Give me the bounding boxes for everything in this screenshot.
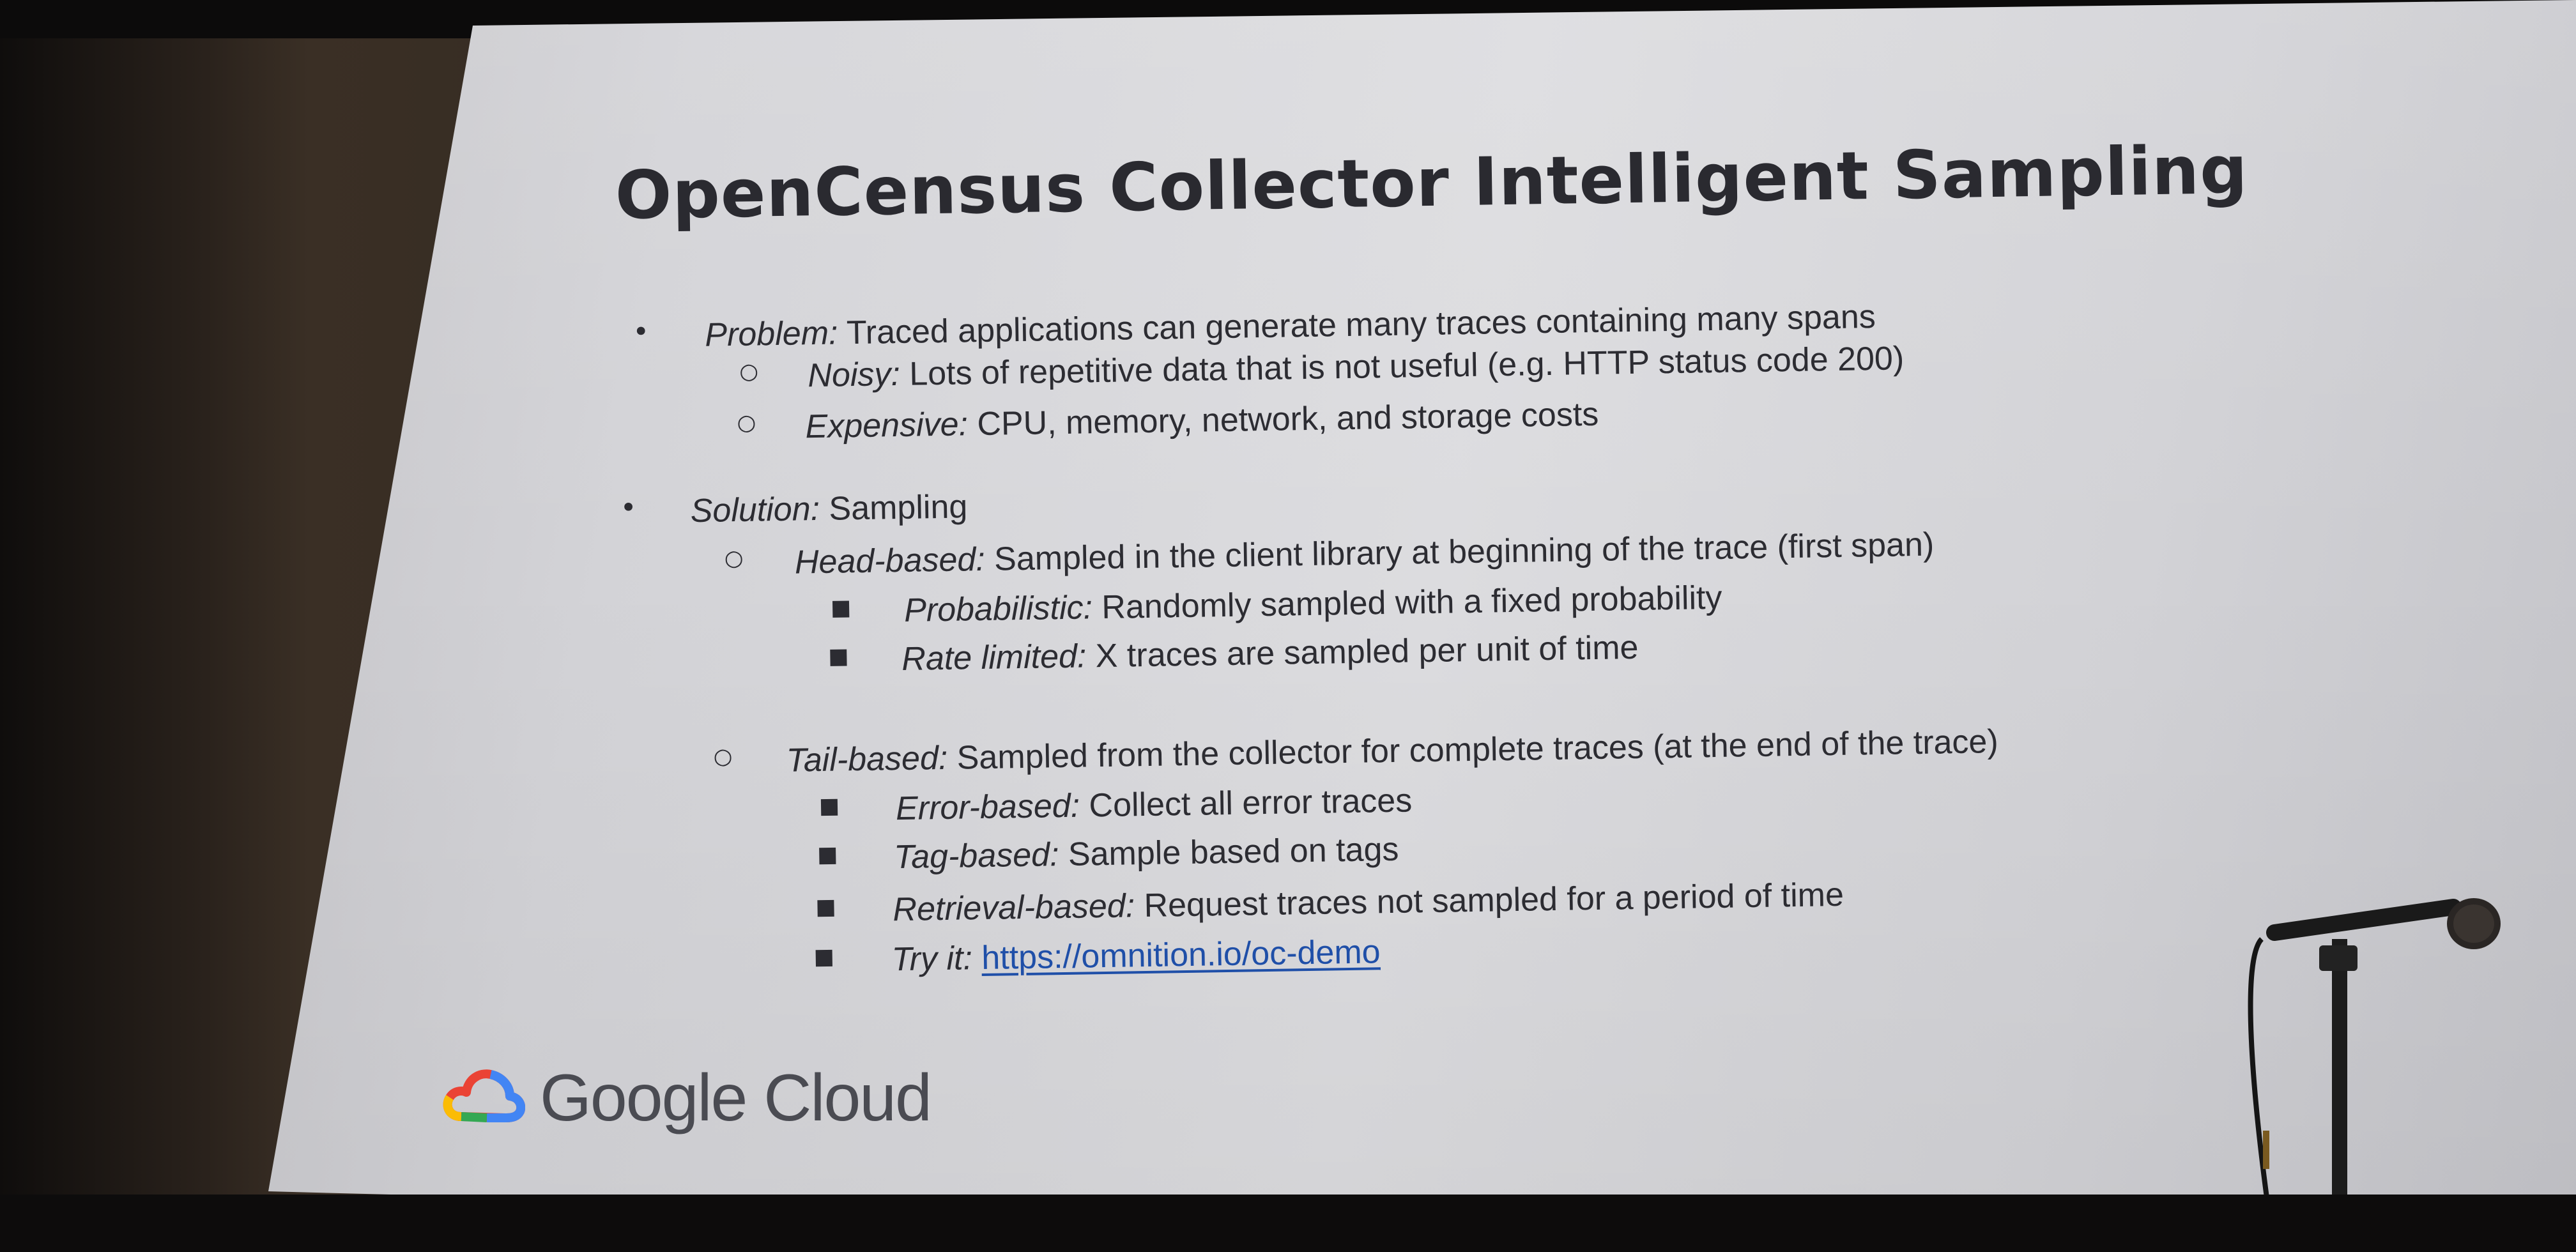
list-item-tail-based: Tail-based: Sampled from the collector f… [786,722,1998,780]
demo-link[interactable]: https://omnition.io/oc-demo [981,933,1381,977]
list-item-probabilistic: Probabilistic: Randomly sampled with a f… [904,579,1722,630]
bullet-square: ■ [815,894,836,920]
item-text: Sampled in the client library at beginni… [985,526,1935,578]
bullet-square: ■ [830,595,852,621]
item-text: X traces are sampled per unit of time [1085,629,1639,675]
bullet-square: ■ [818,793,840,820]
item-key: Head-based: [794,540,986,581]
item-text: Sample based on tags [1059,830,1399,874]
item-key: Tag-based: [893,836,1059,876]
floor-dark-band [0,1195,2576,1252]
item-key: Retrieval-based: [893,887,1135,929]
slide-title: OpenCensus Collector Intelligent Samplin… [614,130,2249,234]
item-key: Probabilistic: [903,589,1093,629]
item-key: Error-based: [895,787,1080,828]
item-key: Tail-based: [786,739,948,779]
bullet-disc: • [620,491,637,524]
item-key: Problem: [704,314,838,354]
list-item-rate-limited: Rate limited: X traces are sampled per u… [901,629,1639,678]
bullet-square: ■ [813,943,835,970]
bullet-circle: ○ [724,545,744,572]
bullet-square: ■ [816,841,838,868]
item-text [972,940,981,977]
list-item-try-it: Try it: https://omnition.io/oc-demo [891,933,1381,979]
list-item-retrieval-based: Retrieval-based: Request traces not samp… [893,876,1844,929]
item-key: Noisy: [807,355,901,395]
item-text: Collect all error traces [1079,782,1413,825]
item-key: Solution: [690,490,820,530]
list-item-head-based: Head-based: Sampled in the client librar… [795,526,1935,582]
google-cloud-logo-icon [443,1069,525,1122]
photo-scene: OpenCensus Collector Intelligent Samplin… [0,0,2576,1252]
list-item-expensive: Expensive: CPU, memory, network, and sto… [805,395,1599,446]
list-item-tag-based: Tag-based: Sample based on tags [894,830,1399,876]
bullet-circle: ○ [737,409,756,436]
list-item-solution: Solution: Sampling [690,487,967,530]
item-text: Randomly sampled with a fixed probabilit… [1092,579,1722,627]
item-key: Rate limited: [901,637,1087,678]
item-key: Expensive: [805,406,969,446]
bullet-circle: ○ [713,744,733,770]
item-text: Sampled from the collector for complete … [947,723,1999,777]
bullet-circle: ○ [739,358,759,385]
bullet-square: ■ [827,643,849,669]
google-cloud-logo-text: Google Cloud [540,1061,932,1135]
slide: OpenCensus Collector Intelligent Samplin… [0,0,2576,1252]
bullet-disc: • [632,316,650,349]
item-text: Request traces not sampled for a period … [1134,876,1844,925]
item-key: Try it: [891,940,973,979]
item-text: Sampling [819,488,968,528]
list-item-error-based: Error-based: Collect all error traces [896,781,1413,828]
item-text: CPU, memory, network, and storage costs [967,395,1599,443]
